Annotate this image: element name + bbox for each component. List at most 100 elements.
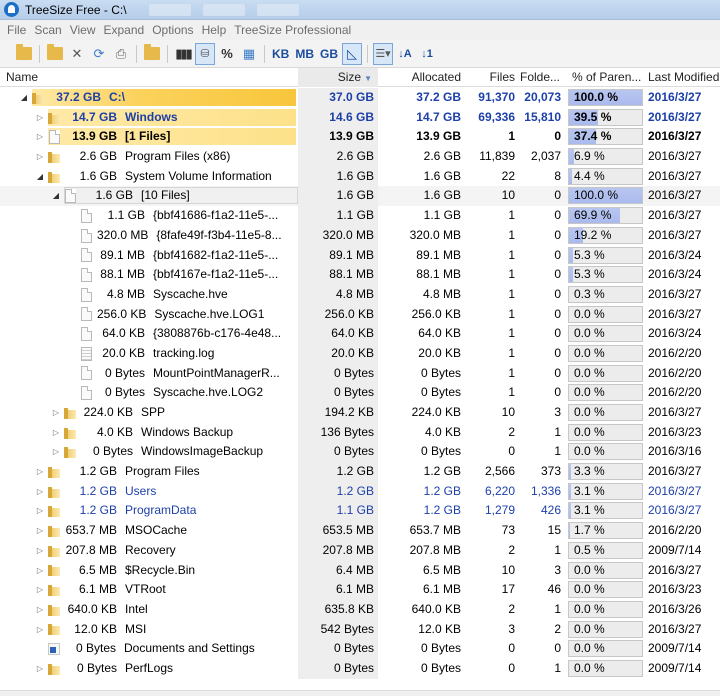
expand-arrow-icon[interactable]: ▷: [34, 659, 46, 679]
tree-row[interactable]: ◢ 37.2 GB C:\ 37.0 GB 37.2 GB 91,370 20,073 100…: [0, 88, 720, 108]
column-folders[interactable]: Folde...: [520, 68, 566, 87]
name-cell: 256.0 KB Syscache.hve.LOG1: [0, 305, 298, 325]
tree-row[interactable]: ▷ 0 Bytes PerfLogs 0 Bytes 0 Bytes 0 1 0.0 % 200…: [0, 658, 720, 679]
scan-button[interactable]: [45, 43, 65, 65]
column-size[interactable]: Size ▼: [298, 68, 378, 87]
tree-row[interactable]: ▷ 2.6 GB Program Files (x86) 2.6 GB 2.6 GB 11…: [0, 147, 720, 167]
tree-row[interactable]: ◢ 1.6 GB [10 Files] 1.6 GB 1.6 GB 10 0 100.0 % 2…: [0, 186, 720, 207]
name-cell: ▷ 224.0 KB SPP: [0, 403, 298, 423]
tree-row[interactable]: ▷ 12.0 KB MSI 542 Bytes 12.0 KB 3 2 0.0 % 2016/3…: [0, 619, 720, 640]
percent-bar: 37.4 %: [568, 128, 643, 146]
expand-arrow-icon[interactable]: ▷: [34, 108, 46, 128]
column-files[interactable]: Files: [463, 68, 517, 87]
tree-row[interactable]: 1.1 GB {bbf41686-f1a2-11e5-... 1.1 GB 1.1 G…: [0, 206, 720, 226]
collapse-arrow-icon[interactable]: ◢: [34, 167, 46, 187]
blurred-tab[interactable]: [256, 3, 299, 16]
collapse-arrow-icon[interactable]: ◢: [50, 186, 62, 206]
expand-arrow-icon[interactable]: ▷: [50, 442, 62, 462]
folders-cell: 0: [554, 227, 561, 242]
percent-value: 3.1 %: [574, 483, 605, 498]
tree-row[interactable]: 89.1 MB {bbf41682-f1a2-11e5-... 89.1 MB 89.…: [0, 245, 720, 266]
item-name: {bbf41682-f1a2-11e5-...: [153, 247, 279, 262]
stop-button[interactable]: ✕: [67, 43, 87, 65]
auto-unit-button[interactable]: ◺: [342, 42, 363, 65]
sort-by-name-button[interactable]: ↓A: [395, 43, 415, 65]
tree-row[interactable]: 0 Bytes Documents and Settings 0 Bytes 0 By…: [0, 639, 720, 659]
name-cell: 4.8 MB Syscache.hve: [0, 285, 298, 305]
menu-file[interactable]: File: [3, 20, 30, 40]
name-cell: ▷ 2.6 GB Program Files (x86): [0, 147, 298, 167]
percent-bar: 0.0 %: [568, 423, 643, 441]
tree-row[interactable]: ▷ 653.7 MB MSOCache 653.5 MB 653.7 MB 73 15 1.7…: [0, 521, 720, 541]
menu-options[interactable]: Options: [148, 20, 197, 40]
size-cell: 4.8 MB: [298, 284, 378, 305]
tree-row[interactable]: 320.0 MB {8fafe49f-f3b4-11e5-8... 320.0 MB…: [0, 225, 720, 246]
tree-row[interactable]: ▷ 6.1 MB VTRoot 6.1 MB 6.1 MB 17 46 0.0 % 2016/3…: [0, 580, 720, 600]
show-files-button[interactable]: ▦: [239, 43, 259, 65]
column-percent-parent[interactable]: % of Paren...: [572, 68, 646, 87]
percent-bar: 0.0 %: [568, 620, 643, 638]
expand-arrow-icon[interactable]: ▷: [50, 423, 62, 443]
last-modified-cell: 2016/3/27: [648, 483, 702, 498]
tree-row[interactable]: ▷ 14.7 GB Windows 14.6 GB 14.7 GB 69,336 15,81…: [0, 107, 720, 128]
tree-row[interactable]: 0 Bytes MountPointManagerR... 0 Bytes 0 Byt…: [0, 363, 720, 384]
tree-row[interactable]: ◢ 1.6 GB System Volume Information 1.6 GB 1.…: [0, 166, 720, 187]
expand-arrow-icon[interactable]: ▷: [34, 501, 46, 521]
tree-row[interactable]: ▷ 1.2 GB ProgramData 1.1 GB 1.2 GB 1,279 426 3.…: [0, 501, 720, 522]
blurred-tab[interactable]: [202, 3, 245, 16]
percent-bar: 0.3 %: [568, 285, 643, 303]
expand-arrow-icon[interactable]: ▷: [50, 403, 62, 423]
tree-row[interactable]: ▷ 207.8 MB Recovery 207.8 MB 207.8 MB 2 1 0.5 %…: [0, 540, 720, 561]
menu-help[interactable]: Help: [198, 20, 231, 40]
name-cell: 0 Bytes Syscache.hve.LOG2: [0, 383, 298, 403]
expand-arrow-icon[interactable]: ▷: [34, 541, 46, 561]
kb-unit-button[interactable]: KB: [270, 47, 291, 61]
expand-arrow-icon[interactable]: ▷: [34, 620, 46, 640]
tree-row[interactable]: 64.0 KB {3808876b-c176-4e48... 64.0 KB 64.0…: [0, 324, 720, 344]
tree-row[interactable]: ▷ 640.0 KB Intel 635.8 KB 640.0 KB 2 1 0.0 % 201…: [0, 599, 720, 620]
expand-arrow-icon[interactable]: ▷: [34, 561, 46, 581]
collapse-arrow-icon[interactable]: ◢: [18, 88, 30, 108]
tree-row[interactable]: ▷ 1.2 GB Program Files 1.2 GB 1.2 GB 2,566 373…: [0, 462, 720, 482]
allocated-cell: 1.6 GB: [423, 188, 461, 203]
tree-row[interactable]: ▷ 13.9 GB [1 Files] 13.9 GB 13.9 GB 1 0 37.4 % 2…: [0, 127, 720, 148]
refresh-button[interactable]: ⟳: [89, 43, 109, 65]
tree-row[interactable]: 20.0 KB tracking.log 20.0 KB 20.0 KB 1 0 0.0 %…: [0, 343, 720, 364]
expand-arrow-icon[interactable]: ▷: [34, 600, 46, 620]
column-allocated[interactable]: Allocated: [378, 68, 463, 87]
explorer-button[interactable]: [142, 43, 162, 65]
tree-row[interactable]: 88.1 MB {bbf4167e-f1a2-11e5-... 88.1 MB 88.…: [0, 265, 720, 285]
tree-row[interactable]: ▷ 224.0 KB SPP 194.2 KB 224.0 KB 10 3 0.0 % 2016…: [0, 403, 720, 423]
tree-row[interactable]: 4.8 MB Syscache.hve 4.8 MB 4.8 MB 1 0 0.3 % 201…: [0, 284, 720, 305]
blurred-tab[interactable]: [148, 3, 191, 16]
tree-row[interactable]: ▷ 0 Bytes WindowsImageBackup 0 Bytes 0 Bytes…: [0, 442, 720, 463]
tree-row[interactable]: ▷ 6.5 MB $Recycle.Bin 6.4 MB 6.5 MB 10 3 0.0 % 2…: [0, 560, 720, 581]
tree-row[interactable]: 256.0 KB Syscache.hve.LOG1 256.0 KB 256.0 K…: [0, 304, 720, 325]
expand-arrow-icon[interactable]: ▷: [34, 482, 46, 502]
menu-treesize-professional[interactable]: TreeSize Professional: [230, 20, 355, 40]
column-name[interactable]: Name: [6, 68, 296, 87]
view-mode-dropdown[interactable]: ☰▾: [373, 42, 394, 65]
tree-row[interactable]: ▷ 4.0 KB Windows Backup 136 Bytes 4.0 KB 2 1 0.…: [0, 422, 720, 443]
show-percent-button[interactable]: %: [217, 43, 237, 65]
expand-arrow-icon[interactable]: ▷: [34, 580, 46, 600]
tree-row[interactable]: ▷ 1.2 GB Users 1.2 GB 1.2 GB 6,220 1,336 3.1 % 2…: [0, 481, 720, 502]
menu-view[interactable]: View: [66, 20, 100, 40]
show-bar-button[interactable]: ▮▮▮: [173, 43, 193, 65]
menu-expand[interactable]: Expand: [100, 20, 149, 40]
expand-arrow-icon[interactable]: ▷: [34, 462, 46, 482]
gb-unit-button[interactable]: GB: [318, 47, 340, 61]
sort-by-size-button[interactable]: ↓1: [417, 43, 437, 65]
folder-icon: [48, 485, 62, 499]
expand-arrow-icon[interactable]: ▷: [34, 147, 46, 167]
print-button[interactable]: ⎙: [111, 43, 131, 65]
mb-unit-button[interactable]: MB: [293, 47, 316, 61]
menu-scan[interactable]: Scan: [30, 20, 65, 40]
show-size-button[interactable]: ⛁: [195, 42, 215, 65]
expand-arrow-icon[interactable]: ▷: [34, 127, 46, 147]
percent-value: 69.9 %: [574, 208, 612, 223]
column-last-modified[interactable]: Last Modified: [648, 68, 720, 87]
select-directory-button[interactable]: [14, 43, 34, 65]
tree-row[interactable]: 0 Bytes Syscache.hve.LOG2 0 Bytes 0 Bytes 1 0…: [0, 383, 720, 403]
expand-arrow-icon[interactable]: ▷: [34, 521, 46, 541]
